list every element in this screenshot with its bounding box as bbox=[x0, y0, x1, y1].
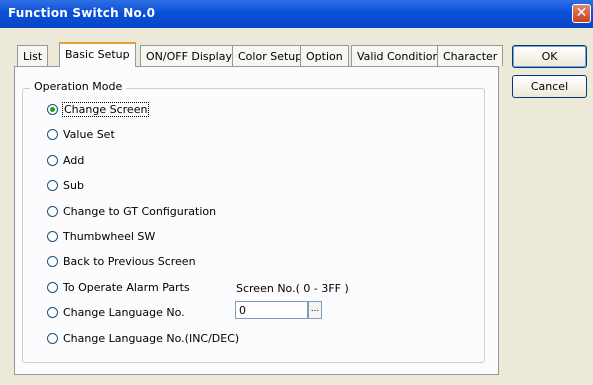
radio-button[interactable] bbox=[47, 307, 58, 318]
radio-button[interactable] bbox=[47, 206, 58, 217]
radio-label: Thumbwheel SW bbox=[63, 230, 156, 243]
tab-list[interactable]: List bbox=[17, 45, 49, 66]
radio-button[interactable] bbox=[47, 333, 58, 344]
browse-button[interactable]: ... bbox=[308, 301, 322, 319]
radio-label: Value Set bbox=[63, 128, 115, 141]
tab-character[interactable]: Character bbox=[437, 45, 504, 66]
radio-button[interactable] bbox=[47, 282, 58, 293]
radio-button[interactable] bbox=[47, 256, 58, 267]
radio-label: Change to GT Configuration bbox=[63, 205, 217, 218]
radio-label: Change Screen bbox=[61, 102, 150, 117]
tab-color-setup[interactable]: Color Setup bbox=[232, 45, 309, 66]
tab-on-off-display[interactable]: ON/OFF Display bbox=[140, 45, 238, 66]
tab-basic-setup[interactable]: Basic Setup bbox=[59, 42, 136, 67]
radio-button[interactable] bbox=[47, 129, 58, 140]
radio-button[interactable] bbox=[47, 155, 58, 166]
tab-option[interactable]: Option bbox=[300, 45, 349, 66]
title-bar[interactable]: Function Switch No.0 ✕ bbox=[0, 0, 593, 28]
language-no-input[interactable] bbox=[235, 301, 308, 319]
ok-button[interactable]: OK bbox=[512, 45, 587, 68]
window-title: Function Switch No.0 bbox=[8, 6, 156, 20]
function-switch-dialog: Function Switch No.0 ✕ List Basic Setup … bbox=[0, 0, 593, 385]
radio-button-checked[interactable] bbox=[47, 104, 58, 115]
radio-label: To Operate Alarm Parts bbox=[63, 281, 190, 294]
radio-label: Add bbox=[63, 154, 85, 167]
radio-label: Change Language No.(INC/DEC) bbox=[63, 332, 240, 345]
operation-mode-title: Operation Mode bbox=[30, 80, 127, 93]
radio-label: Sub bbox=[63, 179, 84, 192]
radio-label: Back to Previous Screen bbox=[63, 255, 196, 268]
radio-label: Change Language No. bbox=[63, 306, 185, 319]
screen-no-label: Screen No.( 0 - 3FF ) bbox=[236, 282, 349, 295]
radio-button[interactable] bbox=[47, 231, 58, 242]
close-icon[interactable]: ✕ bbox=[572, 4, 591, 23]
cancel-button[interactable]: Cancel bbox=[512, 75, 587, 98]
radio-button[interactable] bbox=[47, 180, 58, 191]
tab-valid-condition[interactable]: Valid Condition bbox=[351, 45, 446, 66]
